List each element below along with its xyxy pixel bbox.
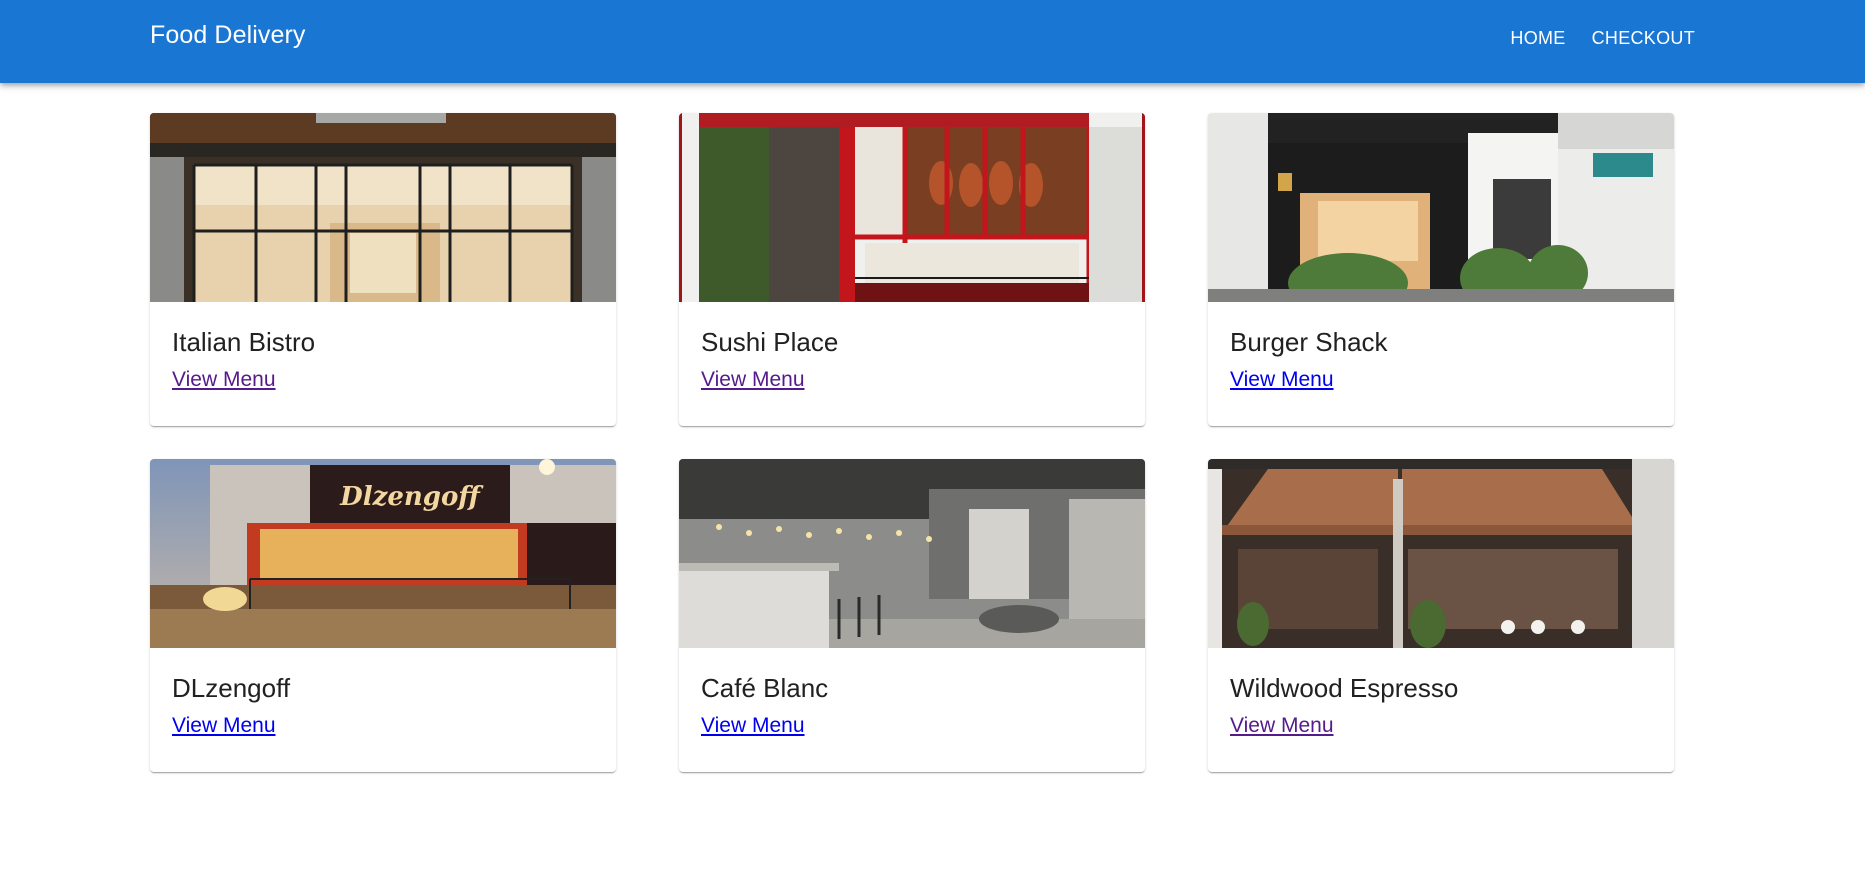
sign-text: Dlzengoff [339,482,484,512]
restaurant-card: Sushi Place View Menu [679,113,1145,426]
app-bar: Food Delivery HOME CHECKOUT [0,0,1865,83]
restaurant-name: Wildwood Espresso [1230,673,1459,703]
restaurant-image [679,459,1145,648]
restaurant-card: Café Blanc View Menu [679,459,1145,772]
view-menu-link[interactable]: View Menu [1230,368,1334,392]
restaurant-image [679,113,1145,302]
restaurant-name: DLzengoff [172,673,291,703]
top-nav: HOME CHECKOUT [1510,28,1695,49]
restaurant-card: Wildwood Espresso View Menu [1208,459,1674,772]
restaurant-card: Burger Shack View Menu [1208,113,1674,426]
restaurant-name: Café Blanc [701,673,829,703]
restaurant-card: Dlzengoff DLzengoff View Menu [150,459,616,772]
restaurant-image: Dlzengoff [150,459,616,648]
view-menu-link[interactable]: View Menu [701,368,805,392]
view-menu-link[interactable]: View Menu [701,714,805,738]
restaurant-image [150,113,616,302]
view-menu-link[interactable]: View Menu [1230,714,1334,738]
restaurant-name: Sushi Place [701,327,839,357]
nav-checkout-link[interactable]: CHECKOUT [1592,28,1695,49]
restaurant-card: Italian Bistro View Menu [150,113,616,426]
restaurant-image [1208,113,1674,302]
app-title[interactable]: Food Delivery [150,21,306,50]
restaurant-name: Italian Bistro [172,327,316,357]
view-menu-link[interactable]: View Menu [172,368,276,392]
view-menu-link[interactable]: View Menu [172,714,276,738]
restaurant-image [1208,459,1674,648]
restaurant-name: Burger Shack [1230,327,1388,357]
nav-home-link[interactable]: HOME [1510,28,1565,49]
